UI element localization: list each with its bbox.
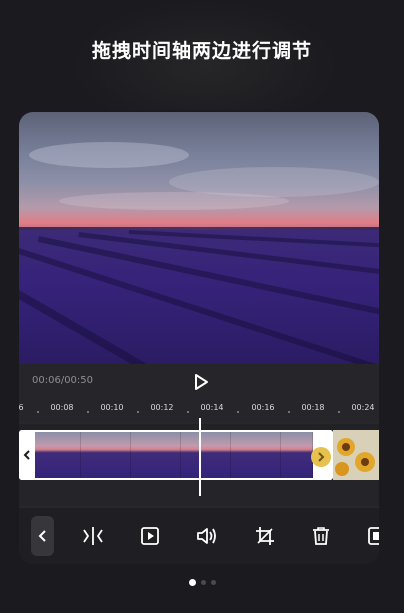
sunflower-center [361,458,369,466]
tick-label: 00:10 [100,403,124,412]
tick-label: 6 [19,403,24,412]
screen: 拖拽时间轴两边进行调节 00:06/00:50 6 00:08 00:10 00… [0,0,404,613]
page-dot[interactable] [210,580,216,585]
tick-label: 00:18 [301,403,325,412]
video-preview[interactable] [19,112,379,364]
split-icon[interactable] [81,524,105,548]
volume-icon[interactable] [195,524,219,548]
trim-knob[interactable] [311,447,331,467]
tick-label: 00:16 [251,403,275,412]
more-icon[interactable] [363,524,379,548]
back-icon[interactable] [31,516,54,556]
tick-dot [237,411,239,413]
tick-dot [187,411,189,413]
page-indicator [0,579,404,586]
page-dot-active[interactable] [188,579,196,586]
player-bar: 00:06/00:50 [19,364,379,400]
tick-dot [87,411,89,413]
editor-card: 00:06/00:50 6 00:08 00:10 00:12 00:14 00… [19,112,379,564]
tick-label: 00:12 [150,403,174,412]
edit-toolbar [19,508,379,564]
preview-icon[interactable] [138,524,162,548]
tick-dot [137,411,139,413]
headline: 拖拽时间轴两边进行调节 [91,40,312,62]
cloud [29,142,189,168]
tick-label: 00:14 [200,403,224,412]
playhead[interactable] [199,418,201,496]
page-dot[interactable] [200,580,206,585]
delete-icon[interactable] [309,524,333,548]
tick-label: 00:24 [351,403,375,412]
clip-selection-frame [19,430,333,480]
timecode: 00:06/00:50 [32,375,94,386]
lavender-field [19,230,379,364]
tick-label: 00:08 [50,403,74,412]
tick-dot [338,411,340,413]
play-icon[interactable] [191,372,211,392]
sunflower [335,462,349,476]
cloud [59,192,289,210]
tick-dot [288,411,290,413]
trim-handle-left[interactable] [19,430,35,480]
sunflower-center [342,443,350,451]
crop-icon[interactable] [253,524,277,548]
next-clip-thumbnail[interactable] [333,430,379,480]
tick-dot [37,411,39,413]
